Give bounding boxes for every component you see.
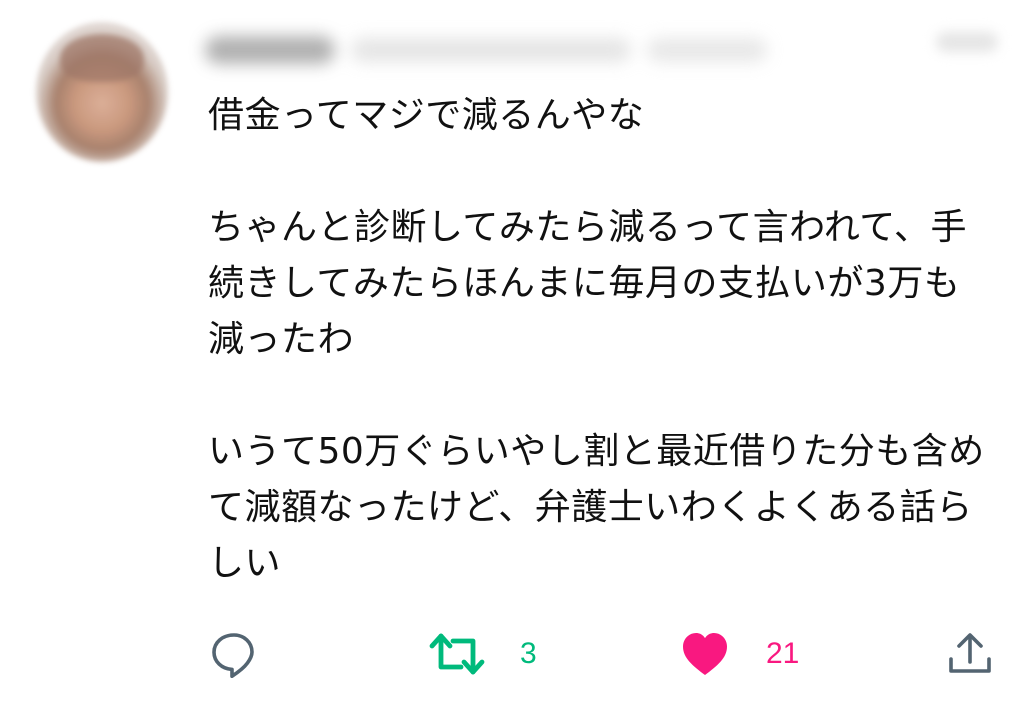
retweet-button[interactable]: 3 (428, 626, 537, 682)
reply-button[interactable] (208, 626, 260, 682)
like-count: 21 (766, 637, 800, 670)
like-button[interactable]: 21 (678, 626, 799, 682)
blurred-more-button[interactable] (936, 32, 998, 52)
tweet-text: 借金ってマジで減るんやな ちゃんと診断してみたら減るって言われて、手続きしてみた… (208, 95, 985, 584)
tweet-actions: 3 21 (0, 620, 1024, 692)
share-button[interactable] (944, 626, 996, 682)
heart-icon (683, 633, 727, 675)
blurred-display-name (205, 36, 335, 64)
avatar[interactable] (36, 22, 168, 162)
share-icon (949, 633, 991, 673)
blurred-user-handle (351, 38, 631, 62)
tweet-card: 借金ってマジで減るんやな ちゃんと診断してみたら減るって言われて、手続きしてみた… (0, 0, 1024, 704)
retweet-count: 3 (520, 637, 537, 670)
reply-icon (212, 633, 254, 678)
retweet-icon (429, 633, 485, 675)
blurred-timestamp (647, 38, 767, 62)
tweet-header-blurred (205, 24, 845, 76)
